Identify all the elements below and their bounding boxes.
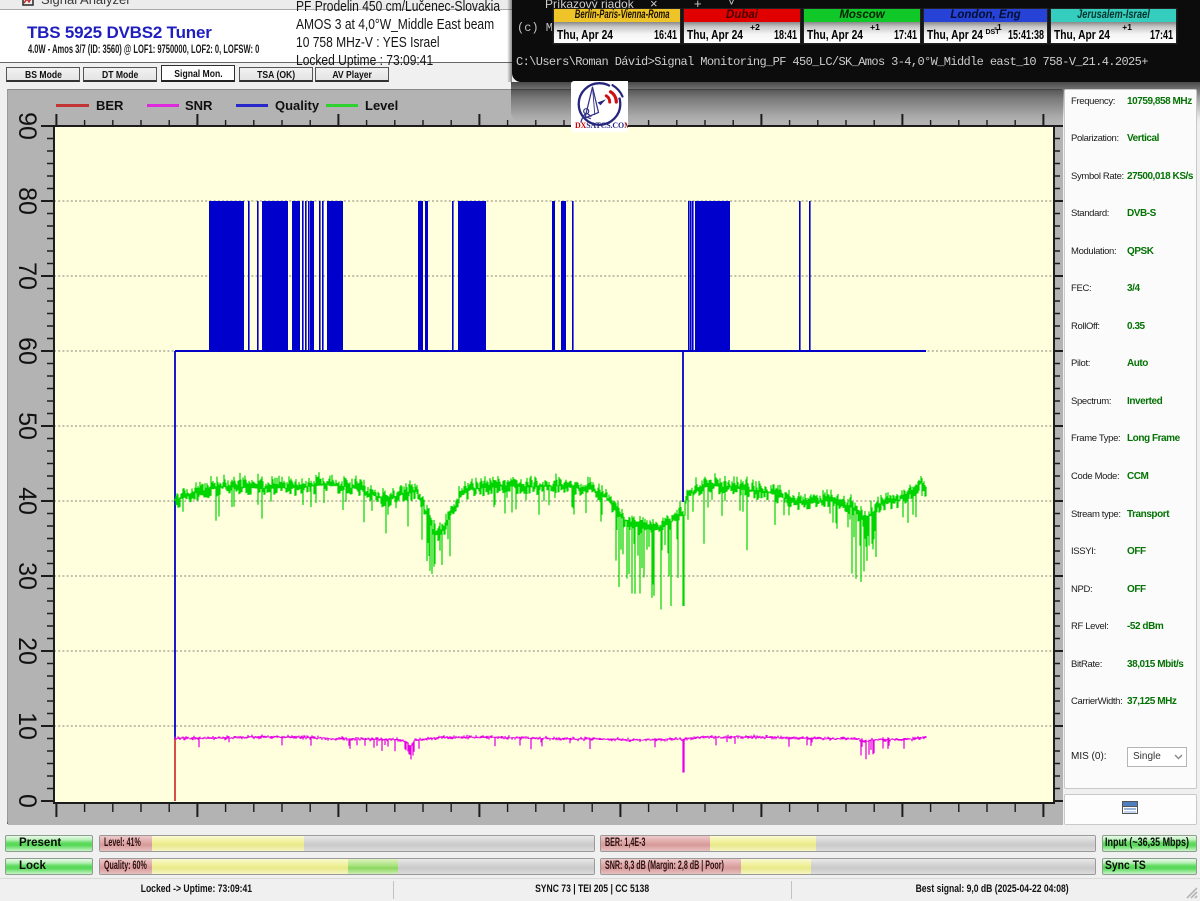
svg-text:30: 30	[13, 562, 41, 590]
svg-text:40: 40	[13, 487, 41, 515]
svg-text:20: 20	[13, 637, 41, 665]
svg-text:10: 10	[13, 712, 41, 740]
svg-text:80: 80	[13, 187, 41, 215]
svg-text:70: 70	[13, 262, 41, 290]
svg-text:90: 90	[13, 112, 41, 140]
svg-text:50: 50	[13, 412, 41, 440]
svg-text:DXSATCS.COM: DXSATCS.COM	[575, 121, 628, 130]
svg-text:60: 60	[13, 337, 41, 365]
svg-text:0: 0	[13, 794, 41, 808]
